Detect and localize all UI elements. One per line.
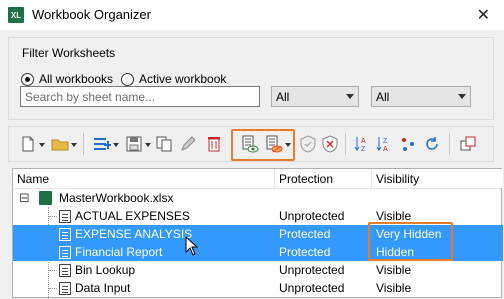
close-icon[interactable]: ✕ [477,5,490,25]
sheet-protection: Protected [279,245,331,259]
toolbar-separator [83,133,84,155]
worksheet-icon [59,246,71,259]
window-title: Workbook Organizer [32,7,151,22]
protect-shield-icon[interactable] [299,135,317,153]
sheet-protection: Unprotected [279,209,345,223]
save-icon[interactable] [125,135,143,153]
scope-all-label: All workbooks [39,72,114,86]
refresh-icon[interactable] [423,135,441,153]
protection-filter-value: All [276,90,290,104]
filter-group-title: Filter Worksheets [22,46,116,60]
chevron-down-icon[interactable] [145,143,151,147]
delete-icon[interactable] [205,135,223,153]
sheet-search-input[interactable] [20,86,260,107]
show-sheet-icon[interactable] [241,135,259,153]
column-header-protection[interactable]: Protection [275,169,372,188]
chevron-down-icon[interactable] [39,143,45,147]
sheet-protection: Unprotected [279,263,345,277]
scope-all-radio[interactable]: All workbooks [21,72,113,86]
column-header-name[interactable]: Name [13,169,275,188]
hide-sheet-icon[interactable] [265,135,283,153]
table-row[interactable]: Bin Lookup Unprotected Visible [13,261,503,279]
worksheet-icon [59,264,71,277]
toolbar-separator [345,133,346,155]
visibility-filter-select[interactable]: All [371,86,471,107]
worksheet-icon [59,282,71,295]
chevron-down-icon[interactable] [285,143,291,147]
workbook-name: MasterWorkbook.xlsx [59,191,174,205]
insert-icon[interactable] [93,135,111,153]
toolbar-separator [449,133,450,155]
copy-icon[interactable] [155,135,173,153]
sheet-visibility: Visible [376,209,412,223]
sort-za-icon[interactable]: Z A [375,135,393,153]
shuffle-icon[interactable] [399,135,417,153]
sheet-protection: Protected [279,227,331,241]
visibility-filter-value: All [376,90,390,104]
sheet-tree[interactable]: Name Protection Visibility ⊟ MasterWorkb… [12,168,503,299]
table-row[interactable]: Data Input Unprotected Visible [13,279,503,297]
filter-group: Filter Worksheets All workbooks Active w… [8,37,494,120]
worksheet-icon [59,228,71,241]
sheet-name: EXPENSE ANALYSIS [75,227,193,241]
chevron-down-icon [346,94,354,99]
sheet-name: Financial Report [75,245,163,259]
main-panel: Filter Worksheets All workbooks Active w… [0,30,504,299]
sheet-protection: Unprotected [279,281,345,295]
sheet-visibility: Visible [376,281,412,295]
svg-text:A: A [361,138,366,145]
sort-az-icon[interactable]: A Z [353,135,371,153]
chevron-down-icon[interactable] [113,143,119,147]
tree-connector [49,270,57,271]
scope-active-radio[interactable]: Active workbook [121,72,226,86]
sheet-name: Data Input [75,281,131,295]
scope-active-label: Active workbook [139,72,227,86]
svg-text:Z: Z [383,138,388,145]
tree-connector [49,216,57,217]
duplicate-window-icon[interactable] [459,135,477,153]
svg-text:Z: Z [361,146,366,153]
sheet-name: ACTUAL EXPENSES [75,209,190,223]
column-header-visibility[interactable]: Visibility [372,169,503,188]
visibility-highlight [368,222,453,261]
unprotect-shield-icon[interactable] [321,135,339,153]
mouse-cursor-icon [185,236,199,256]
chevron-down-icon[interactable] [71,143,77,147]
worksheet-icon [59,210,71,223]
workbook-icon [39,191,52,205]
collapse-icon[interactable]: ⊟ [19,190,30,206]
radio-unchecked-icon[interactable] [121,72,134,86]
tree-connector [49,288,57,289]
title-bar: XL Workbook Organizer ✕ [0,0,504,30]
edit-pencil-icon[interactable] [179,135,197,153]
excel-app-icon: XL [8,7,24,23]
sheet-name: Bin Lookup [75,263,136,277]
sheet-visibility: Visible [376,263,412,277]
workbook-row[interactable]: ⊟ MasterWorkbook.xlsx [13,189,503,207]
new-sheet-icon[interactable] [19,135,37,153]
protection-filter-select[interactable]: All [271,86,359,107]
radio-checked-icon[interactable] [21,72,34,86]
open-folder-icon[interactable] [51,135,69,153]
chevron-down-icon [458,94,466,99]
svg-text:A: A [383,146,388,153]
toolbar: A Z Z A [8,126,494,162]
